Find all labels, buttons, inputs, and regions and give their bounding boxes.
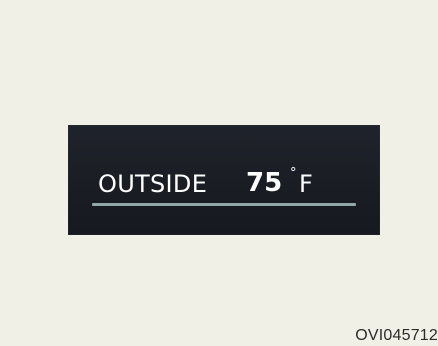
outside-label: OUTSIDE [98,170,208,198]
outside-temperature-display: OUTSIDE 75 ° F [68,125,380,235]
degree-symbol: ° [290,166,297,181]
temperature-unit: F [299,170,313,198]
readout-underline [92,203,356,206]
figure-code: OVI045712 [355,327,438,344]
temperature-value: 75 [246,168,283,198]
page: { "display": { "label": "OUTSIDE", "temp… [0,0,438,346]
